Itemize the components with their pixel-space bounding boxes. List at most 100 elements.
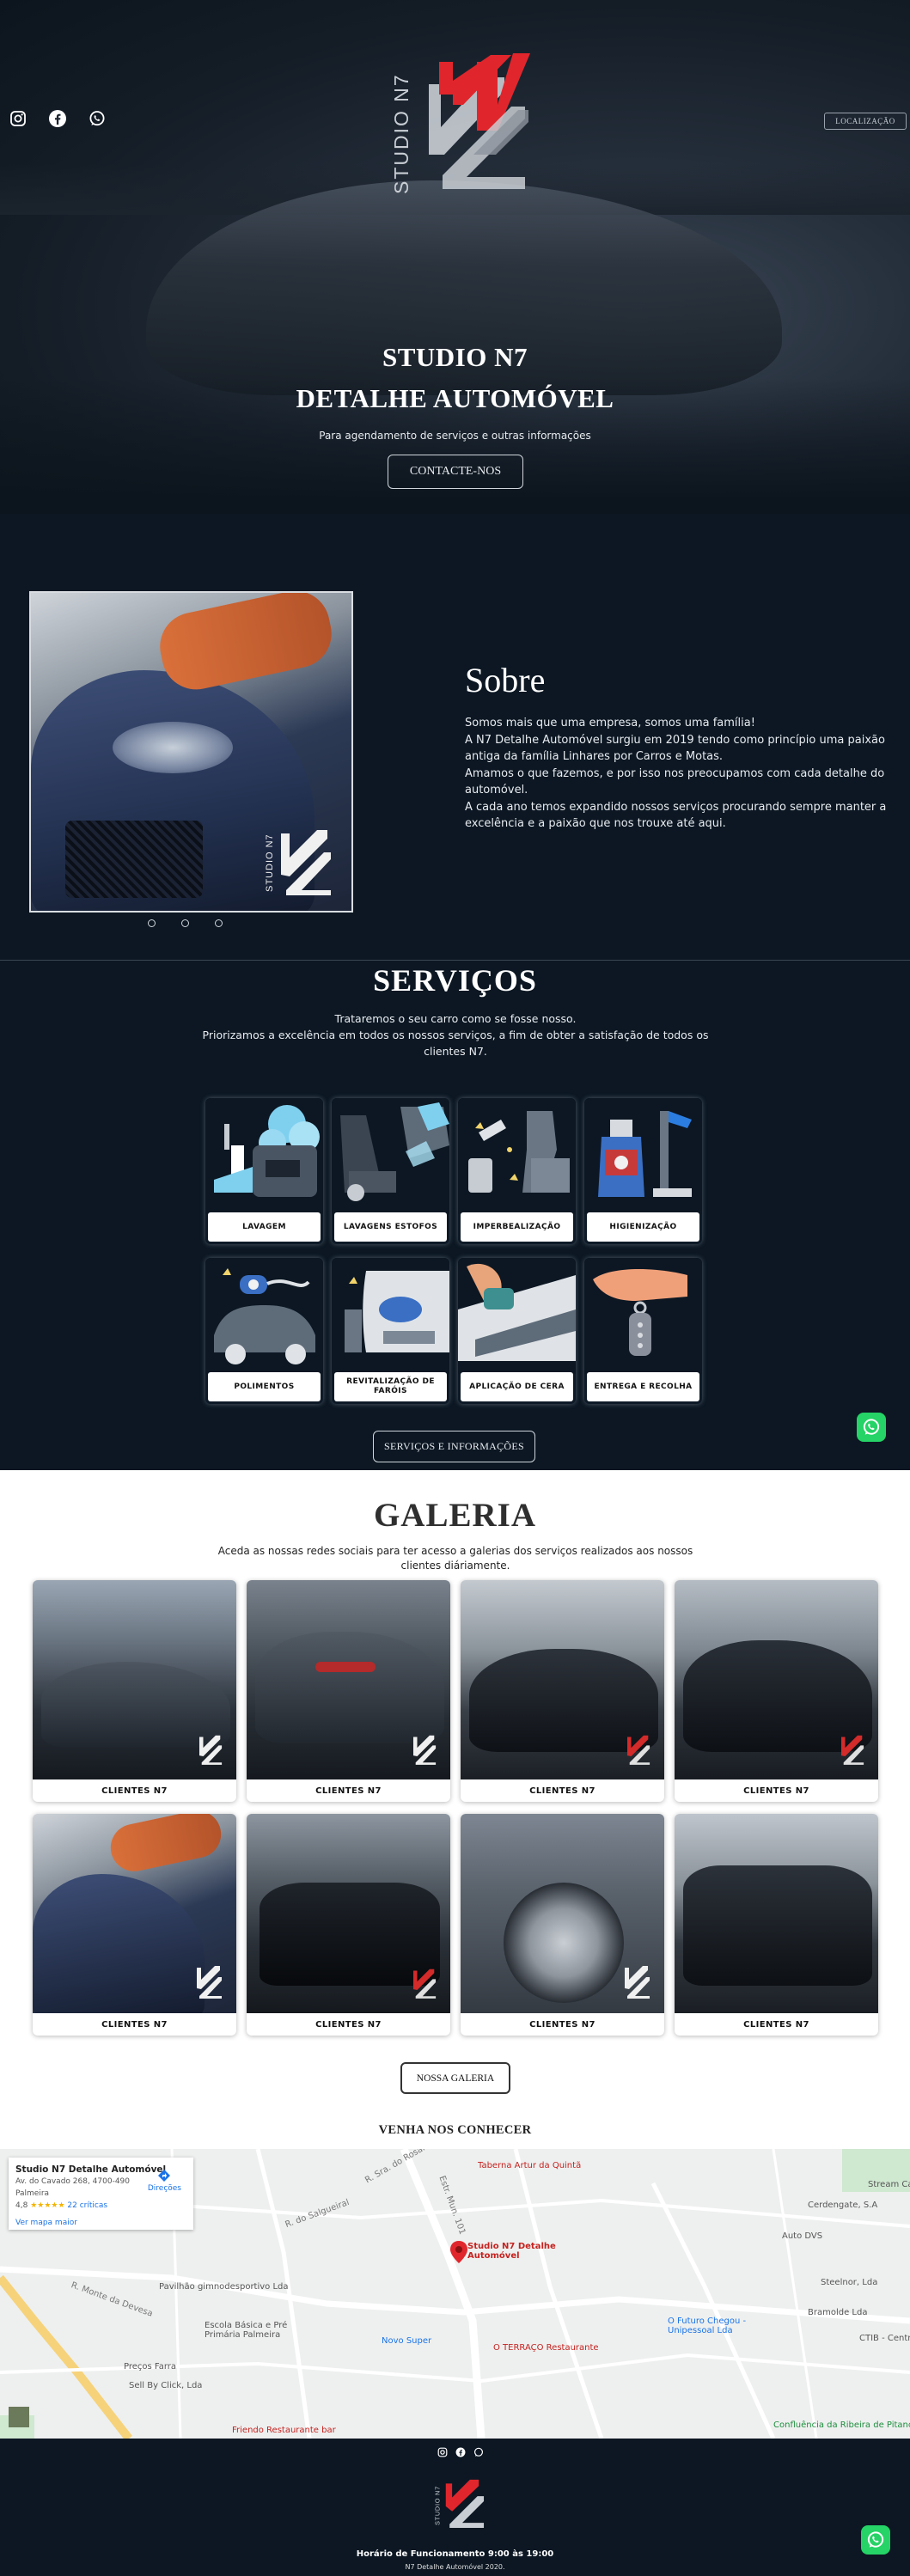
contact-us-button[interactable]: CONTACTE-NOS [388, 455, 523, 489]
about-paragraph: A cada ano temos expandido nossos serviç… [465, 800, 887, 831]
map-poi: Auto DVS [782, 2231, 823, 2241]
gallery-photo-porsche [675, 1580, 878, 1779]
upholstery-cleaning-icon [332, 1098, 449, 1214]
footer-social-links [437, 2447, 484, 2457]
wax-application-icon [458, 1258, 576, 1374]
gallery-photo-mercedes [461, 1580, 664, 1779]
headlight-restoration-icon [332, 1258, 449, 1374]
gallery-label: CLIENTES N7 [315, 2019, 382, 2030]
service-card-lavagem[interactable]: LAVAGEM [205, 1098, 323, 1244]
gallery-photo-bmw [33, 1580, 236, 1779]
gallery-label: CLIENTES N7 [743, 2019, 809, 2030]
about-paragraph: Amamos o que fazemos, e por isso nos pre… [465, 766, 885, 797]
car-wash-icon [205, 1098, 323, 1214]
waterproofing-icon [458, 1098, 576, 1214]
header-social-links [9, 109, 107, 128]
about-carousel-image[interactable]: STUDIO N7 [29, 591, 353, 913]
headlight-shape [113, 722, 233, 773]
gallery-label: CLIENTES N7 [743, 1785, 809, 1796]
map-poi: Taberna Artur da Quintã [478, 2161, 582, 2170]
hero-subtitle: Para agendamento de serviços e outras in… [319, 430, 591, 442]
key-delivery-icon [584, 1258, 702, 1374]
svg-text:STUDIO N7: STUDIO N7 [265, 833, 275, 892]
gallery-card[interactable]: CLIENTES N7 [33, 1814, 236, 2036]
map-poi: Confluência da Ribeira de Pitancinho [773, 2420, 910, 2430]
map-poi: Cerdengate, S.A [808, 2201, 878, 2210]
gallery-label: CLIENTES N7 [315, 1785, 382, 1796]
service-label: LAVAGENS ESTOFOS [334, 1212, 447, 1242]
whatsapp-float-button[interactable] [857, 1413, 886, 1442]
carousel-dot-2[interactable] [181, 919, 189, 927]
service-card-higienizacao[interactable]: HIGIENIZAÇÃO [584, 1098, 702, 1244]
about-title: Sobre [465, 661, 546, 699]
service-label: APLICAÇÃO DE CERA [461, 1372, 573, 1401]
map-rating-value: 4,8 [15, 2201, 28, 2210]
map-poi: O Futuro Chegou - Unipessoal Lda [668, 2317, 747, 2335]
map-larger-link[interactable]: Ver mapa maior [15, 2219, 186, 2227]
map-poi: O TERRAÇO Restaurante [493, 2343, 599, 2353]
facebook-icon[interactable] [455, 2447, 466, 2457]
polisher-shape [153, 593, 339, 696]
about-paragraph: Somos mais que uma empresa, somos uma fa… [465, 717, 755, 729]
map-poi: Steelnor, Lda [821, 2278, 878, 2287]
gallery-card[interactable]: CLIENTES N7 [675, 1580, 878, 1802]
location-button[interactable]: LOCALIZAÇÃO [824, 113, 907, 130]
map-place-card: Studio N7 Detalhe Automóvel Av. do Cavad… [9, 2158, 193, 2230]
service-card-aplicacao-cera[interactable]: APLICAÇÃO DE CERA [458, 1258, 576, 1404]
services-subtitle-line2: Priorizamos a excelência em todos os nos… [202, 1029, 709, 1058]
directions-icon [158, 2170, 171, 2182]
map-pin-icon[interactable] [450, 2241, 467, 2263]
map-pin-label: Studio N7 Detalhe Automóvel [467, 2242, 556, 2261]
gallery-label: CLIENTES N7 [101, 1785, 168, 1796]
service-card-imperbealizacao[interactable]: IMPERBEALIZAÇÃO [458, 1098, 576, 1244]
gallery-label: CLIENTES N7 [529, 2019, 595, 2030]
whatsapp-icon[interactable] [88, 109, 107, 128]
map-poi: Preços Farra [124, 2362, 177, 2372]
our-gallery-button[interactable]: NOSSA GALERIA [400, 2062, 510, 2094]
svg-text:STUDIO N7: STUDIO N7 [434, 2486, 441, 2525]
map-poi: Bramolde Lda [808, 2308, 868, 2317]
about-section: STUDIO N7 Sobre Somos mais que uma empre… [0, 514, 910, 961]
gallery-card[interactable]: CLIENTES N7 [461, 1580, 664, 1802]
service-card-lavagens-estofos[interactable]: LAVAGENS ESTOFOS [332, 1098, 449, 1244]
google-map[interactable]: Studio N7 Detalhe Automóvel Av. do Cavad… [0, 2149, 910, 2439]
footer: STUDIO N7 Horário de Funcionamento 9:00 … [0, 2439, 910, 2576]
map-reviews-link[interactable]: 22 críticas [67, 2201, 107, 2210]
service-card-polimentos[interactable]: POLIMENTOS [205, 1258, 323, 1404]
whatsapp-float-button[interactable] [861, 2525, 890, 2555]
gallery-card[interactable]: CLIENTES N7 [675, 1814, 878, 2036]
service-label: REVITALIZAÇÃO DE FARÓIS [334, 1372, 447, 1401]
map-directions-button[interactable]: Direções [148, 2170, 181, 2193]
gallery-photo-classic [247, 1814, 450, 2013]
gallery-card[interactable]: CLIENTES N7 [247, 1580, 450, 1802]
whatsapp-icon[interactable] [473, 2447, 484, 2457]
carousel-dot-3[interactable] [215, 919, 223, 927]
gallery-card[interactable]: CLIENTES N7 [33, 1580, 236, 1802]
polishing-icon [205, 1258, 323, 1374]
studio-n7-logo[interactable]: STUDIO N7 [390, 45, 554, 208]
map-rating-stars: ★★★★★ [30, 2201, 65, 2210]
service-card-entrega-recolha[interactable]: ENTREGA E RECOLHA [584, 1258, 702, 1404]
gallery-section: GALERIA Aceda as nossas redes sociais pa… [0, 1470, 910, 2123]
map-directions-label: Direções [147, 2184, 181, 2193]
instagram-icon[interactable] [9, 109, 27, 128]
gallery-title: GALERIA [373, 1497, 537, 1534]
section-divider [0, 960, 910, 961]
facebook-icon[interactable] [48, 109, 67, 128]
visit-us-title: VENHA NOS CONHECER [378, 2123, 532, 2137]
sanitizing-icon [584, 1098, 702, 1214]
studio-n7-watermark-logo: STUDIO N7 [265, 830, 331, 895]
gallery-card[interactable]: CLIENTES N7 [461, 1814, 664, 2036]
gallery-photo-range-rover [675, 1814, 878, 2013]
svg-text:STUDIO N7: STUDIO N7 [391, 73, 412, 194]
service-card-revitalizacao-farois[interactable]: REVITALIZAÇÃO DE FARÓIS [332, 1258, 449, 1404]
services-info-button[interactable]: SERVIÇOS E INFORMAÇÕES [373, 1431, 535, 1462]
carousel-dot-1[interactable] [148, 919, 156, 927]
grill-shape [65, 821, 203, 898]
copyright: N7 Detalhe Automóvel 2020. [405, 2563, 505, 2571]
instagram-icon[interactable] [437, 2447, 448, 2457]
gallery-card[interactable]: CLIENTES N7 [247, 1814, 450, 2036]
service-label: POLIMENTOS [208, 1372, 321, 1401]
about-text: Somos mais que uma empresa, somos uma fa… [465, 715, 905, 833]
carousel-dots [148, 919, 223, 927]
